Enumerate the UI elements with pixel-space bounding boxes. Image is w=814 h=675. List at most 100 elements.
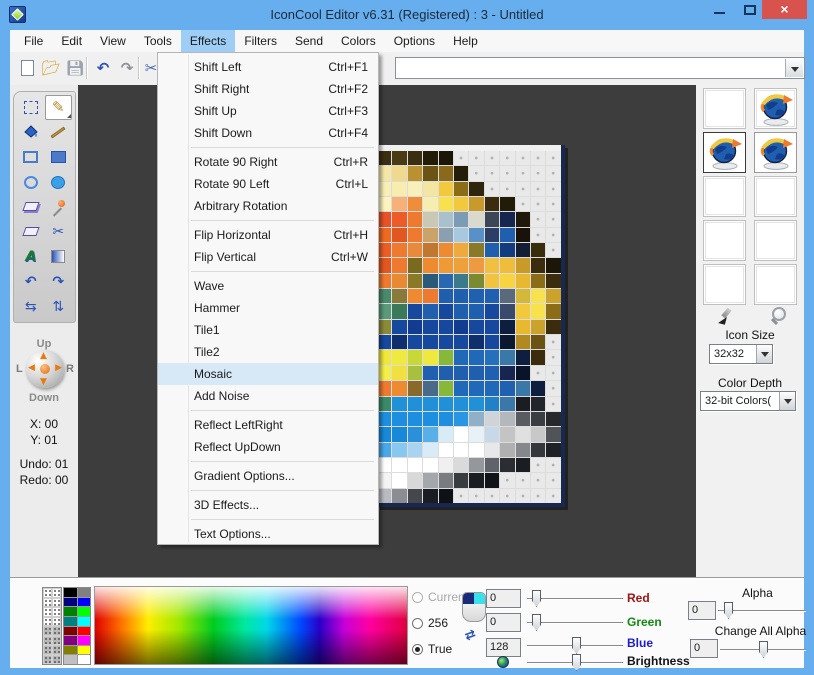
menu-options[interactable]: Options xyxy=(385,30,444,52)
canvas-pixel[interactable] xyxy=(454,212,468,226)
canvas-pixel[interactable] xyxy=(500,366,514,380)
canvas-pixel[interactable] xyxy=(454,274,468,288)
canvas-pixel[interactable] xyxy=(439,335,453,349)
palette-swatch[interactable] xyxy=(78,598,91,607)
canvas-pixel[interactable] xyxy=(392,366,406,380)
canvas-pixel[interactable] xyxy=(469,258,483,272)
icon-slot-10-empty[interactable] xyxy=(754,264,797,305)
canvas-pixel[interactable] xyxy=(392,458,406,472)
canvas-pixel[interactable] xyxy=(469,212,483,226)
color-depth-combobox[interactable]: 32-bit Colors( xyxy=(700,391,796,411)
icon-slot-9-empty[interactable] xyxy=(703,264,746,305)
canvas-pixel[interactable] xyxy=(377,443,391,457)
canvas-pixel[interactable] xyxy=(546,335,560,349)
menu-item-shift-left[interactable]: Shift LeftCtrl+F1 xyxy=(158,56,378,78)
icon-size-combobox[interactable]: 32x32 xyxy=(709,344,773,364)
canvas-pixel[interactable] xyxy=(500,397,514,411)
canvas-pixel[interactable] xyxy=(408,473,422,487)
menu-file[interactable]: File xyxy=(15,30,52,52)
green-slider-track[interactable] xyxy=(527,622,623,624)
brightness-slider-thumb[interactable] xyxy=(572,654,581,671)
canvas-pixel[interactable] xyxy=(392,258,406,272)
canvas-pixel[interactable] xyxy=(531,289,545,303)
icon-slot-1-empty[interactable] xyxy=(703,88,746,129)
canvas-pixel[interactable] xyxy=(408,320,422,334)
canvas-pixel[interactable] xyxy=(408,243,422,257)
canvas-pixel[interactable] xyxy=(377,458,391,472)
pixel-grid[interactable] xyxy=(377,151,561,503)
canvas-pixel[interactable] xyxy=(531,243,545,257)
canvas-pixel[interactable] xyxy=(408,489,422,503)
canvas-pixel[interactable] xyxy=(454,320,468,334)
canvas-pixel[interactable] xyxy=(531,473,545,487)
canvas-pixel[interactable] xyxy=(469,412,483,426)
canvas-pixel[interactable] xyxy=(392,304,406,318)
palette-swatch[interactable] xyxy=(64,588,77,597)
canvas-pixel[interactable] xyxy=(500,320,514,334)
canvas-pixel[interactable] xyxy=(439,289,453,303)
canvas-pixel[interactable] xyxy=(531,458,545,472)
menu-tools[interactable]: Tools xyxy=(135,30,181,52)
save-button[interactable]: 💾︎ xyxy=(64,57,86,79)
canvas-pixel[interactable] xyxy=(454,473,468,487)
canvas-pixel[interactable] xyxy=(516,350,530,364)
canvas-pixel[interactable] xyxy=(485,366,499,380)
palette-swatch[interactable] xyxy=(64,598,77,607)
canvas-pixel[interactable] xyxy=(516,228,530,242)
canvas-pixel[interactable] xyxy=(439,228,453,242)
canvas-pixel[interactable] xyxy=(469,443,483,457)
canvas-pixel[interactable] xyxy=(454,166,468,180)
canvas-pixel[interactable] xyxy=(408,212,422,226)
close-button[interactable]: × xyxy=(762,0,807,19)
canvas-pixel[interactable] xyxy=(500,243,514,257)
canvas-pixel[interactable] xyxy=(423,320,437,334)
canvas-pixel[interactable] xyxy=(469,289,483,303)
pattern-swatch[interactable] xyxy=(52,598,61,608)
canvas-pixel[interactable] xyxy=(392,274,406,288)
radio-row-true[interactable]: True xyxy=(412,642,452,656)
eraser-block-tool[interactable] xyxy=(17,195,45,220)
canvas-pixel[interactable] xyxy=(439,350,453,364)
canvas-pixel[interactable] xyxy=(546,151,560,165)
canvas-pixel[interactable] xyxy=(377,243,391,257)
pencil-tool[interactable]: ✎ xyxy=(45,95,73,120)
canvas-pixel[interactable] xyxy=(408,289,422,303)
canvas-pixel[interactable] xyxy=(500,381,514,395)
canvas-pixel[interactable] xyxy=(377,258,391,272)
canvas-pixel[interactable] xyxy=(469,182,483,196)
canvas-pixel[interactable] xyxy=(485,151,499,165)
canvas-pixel[interactable] xyxy=(469,473,483,487)
ellipse-tool[interactable] xyxy=(17,170,45,195)
canvas-pixel[interactable] xyxy=(469,166,483,180)
menu-item-reflect-leftright[interactable]: Reflect LeftRight xyxy=(158,414,378,436)
alpha-slider-track[interactable] xyxy=(718,610,806,612)
icon-slot-4-globe[interactable] xyxy=(754,132,797,173)
menu-view[interactable]: View xyxy=(91,30,135,52)
menu-item-reflect-updown[interactable]: Reflect UpDown xyxy=(158,436,378,458)
pattern-swatch[interactable] xyxy=(43,645,52,655)
canvas-pixel[interactable] xyxy=(423,182,437,196)
menu-item-wave[interactable]: Wave xyxy=(158,275,378,297)
canvas-pixel[interactable] xyxy=(500,443,514,457)
pattern-swatch[interactable] xyxy=(52,645,61,655)
canvas-pixel[interactable] xyxy=(377,304,391,318)
color-picker-tool[interactable] xyxy=(45,195,73,220)
canvas-pixel[interactable] xyxy=(516,274,530,288)
canvas-pixel[interactable] xyxy=(469,243,483,257)
canvas-pixel[interactable] xyxy=(546,212,560,226)
canvas-pixel[interactable] xyxy=(408,397,422,411)
menu-item-shift-down[interactable]: Shift DownCtrl+F4 xyxy=(158,122,378,144)
arrow-up-icon[interactable]: ▲ xyxy=(40,351,47,361)
canvas-pixel[interactable] xyxy=(377,366,391,380)
canvas-pixel[interactable] xyxy=(439,427,453,441)
canvas-pixel[interactable] xyxy=(500,274,514,288)
palette-swatch[interactable] xyxy=(64,617,77,626)
canvas-pixel[interactable] xyxy=(485,381,499,395)
pattern-swatch[interactable] xyxy=(52,636,61,646)
canvas-pixel[interactable] xyxy=(408,443,422,457)
canvas-pixel[interactable] xyxy=(377,212,391,226)
canvas-pixel[interactable] xyxy=(454,350,468,364)
canvas-pixel[interactable] xyxy=(392,350,406,364)
palette-swatch[interactable] xyxy=(78,588,91,597)
canvas-pixel[interactable] xyxy=(516,366,530,380)
